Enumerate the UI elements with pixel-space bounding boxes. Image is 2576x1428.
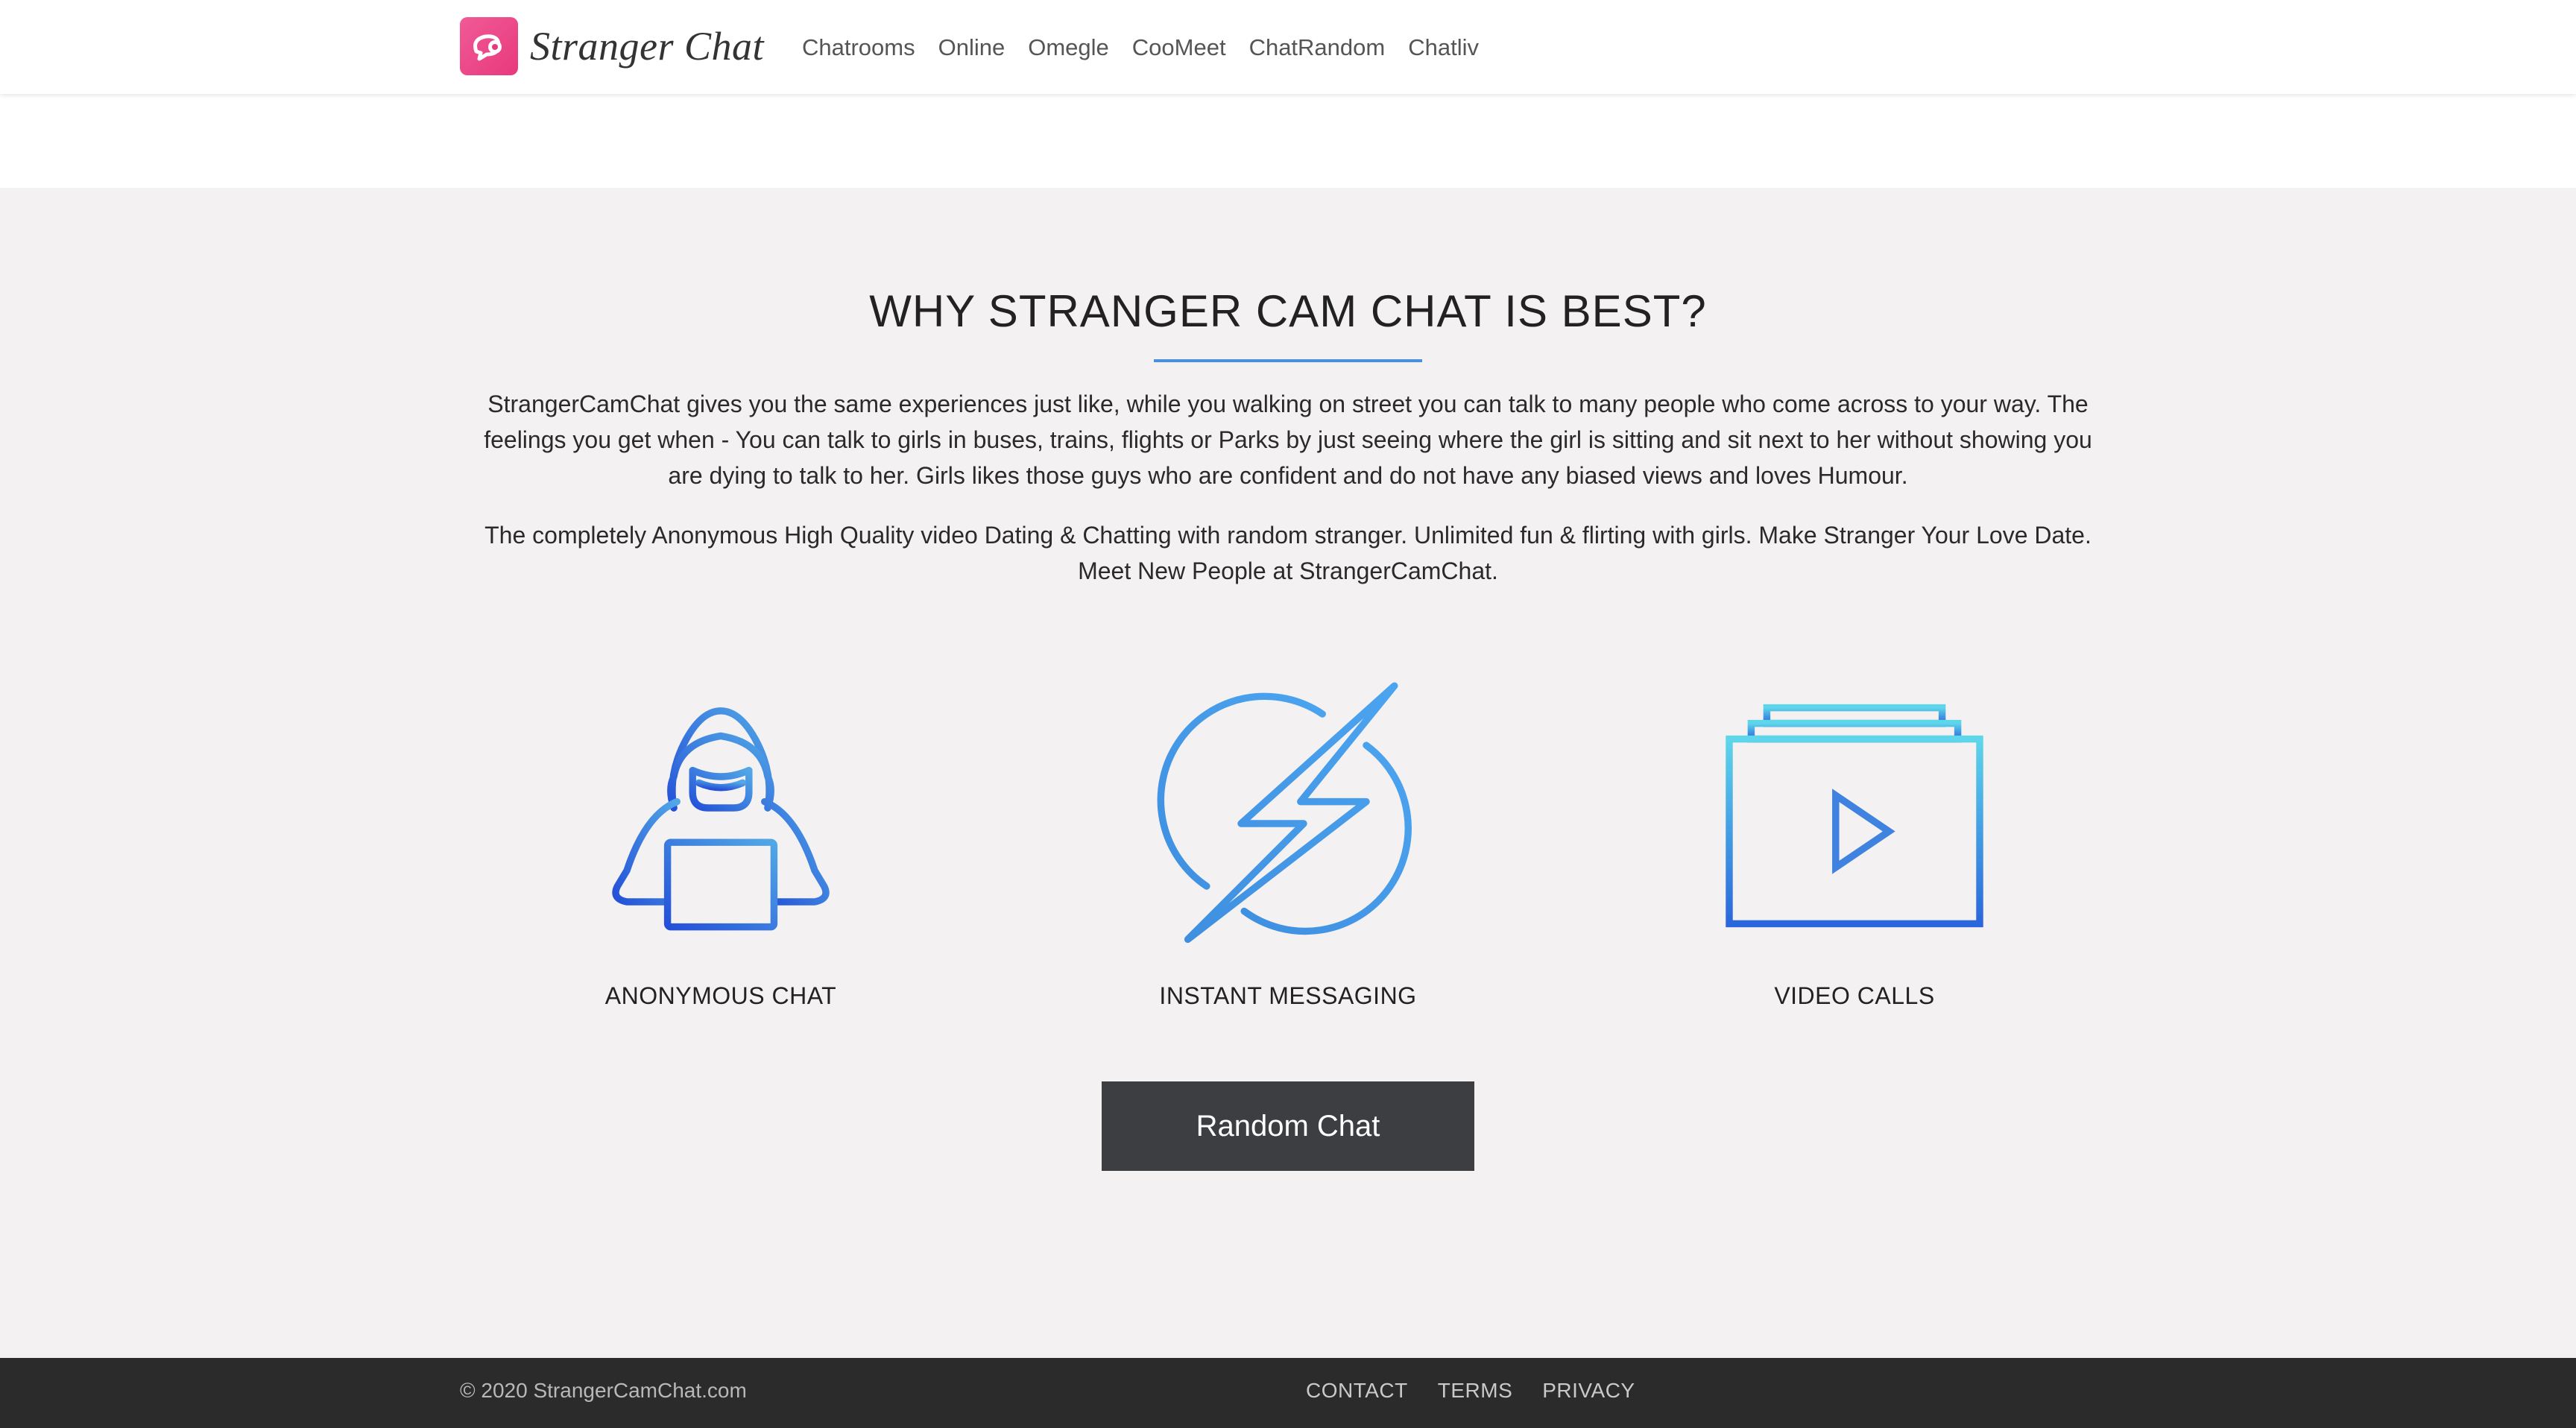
feature-video-calls: VIDEO CALLS [1646, 651, 2063, 1010]
footer-link-contact[interactable]: CONTACT [1306, 1379, 1408, 1403]
site-header: Stranger Chat Chatrooms Online Omegle Co… [0, 0, 2576, 94]
feature-label: ANONYMOUS CHAT [604, 982, 837, 1009]
intro-paragraph: StrangerCamChat gives you the same exper… [484, 391, 2092, 489]
features-section: WHY STRANGER CAM CHAT IS BEST? StrangerC… [0, 188, 2576, 1358]
footer-nav: CONTACT TERMS PRIVACY [1306, 1379, 1665, 1403]
feature-instant-messaging: INSTANT MESSAGING [1079, 651, 1497, 1010]
nav-item-omegle[interactable]: Omegle [1028, 30, 1109, 66]
main-nav: Chatrooms Online Omegle CooMeet ChatRand… [802, 30, 1502, 66]
random-chat-button[interactable]: Random Chat [1102, 1081, 1474, 1171]
nav-item-chatliv[interactable]: Chatliv [1408, 30, 1479, 66]
brand-name: Stranger Chat [530, 24, 765, 69]
copyright-text: © 2020 StrangerCamChat.com [460, 1379, 747, 1402]
nav-item-online[interactable]: Online [938, 30, 1006, 66]
nav-item-chatrandom[interactable]: ChatRandom [1249, 30, 1386, 66]
feature-label: INSTANT MESSAGING [1159, 982, 1417, 1009]
brand-link[interactable]: Stranger Chat [460, 16, 764, 76]
nav-item-chatrooms[interactable]: Chatrooms [802, 30, 915, 66]
section-title: WHY STRANGER CAM CHAT IS BEST? [869, 286, 1707, 336]
lightning-bolt-icon [1079, 651, 1497, 964]
footer-link-terms[interactable]: TERMS [1438, 1379, 1513, 1403]
nav-item-coomeet[interactable]: CooMeet [1132, 30, 1226, 66]
feature-anonymous-chat: ANONYMOUS CHAT [512, 651, 929, 1010]
title-divider [1154, 359, 1422, 362]
site-footer: © 2020 StrangerCamChat.com CONTACT TERMS… [0, 1358, 2576, 1428]
footer-link-privacy[interactable]: PRIVACY [1542, 1379, 1635, 1403]
tagline-paragraph: The completely Anonymous High Quality vi… [484, 522, 2092, 584]
chat-bubble-icon [460, 17, 518, 75]
feature-label: VIDEO CALLS [1774, 982, 1935, 1009]
hooded-user-laptop-icon [512, 651, 929, 964]
video-play-icon [1646, 651, 2063, 964]
